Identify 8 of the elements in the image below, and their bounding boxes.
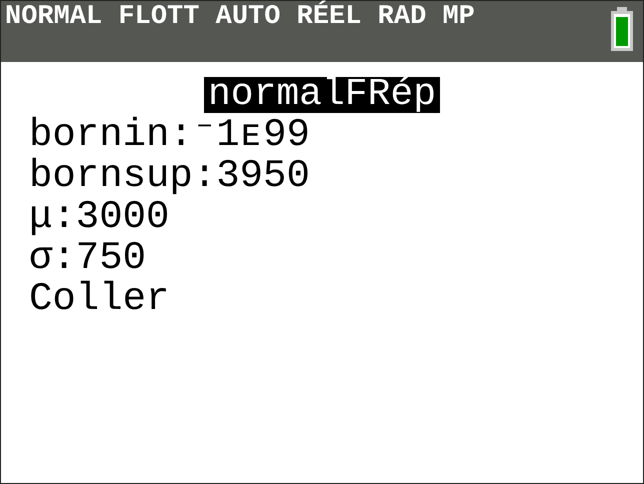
battery-icon [611, 7, 633, 51]
menu-line[interactable]: σ:750 [29, 238, 146, 279]
menu-line[interactable]: bornin:⁻1ᴇ99 [29, 115, 310, 156]
menu-line[interactable]: μ:3000 [29, 197, 170, 238]
menu-line[interactable]: Coller [29, 279, 170, 320]
screen-title: normalFRép [204, 77, 440, 113]
menu-line[interactable]: bornsup:3950 [29, 156, 310, 197]
mode-indicators: NORMAL FLOTT AUTO RÉEL RAD MP [5, 1, 475, 33]
